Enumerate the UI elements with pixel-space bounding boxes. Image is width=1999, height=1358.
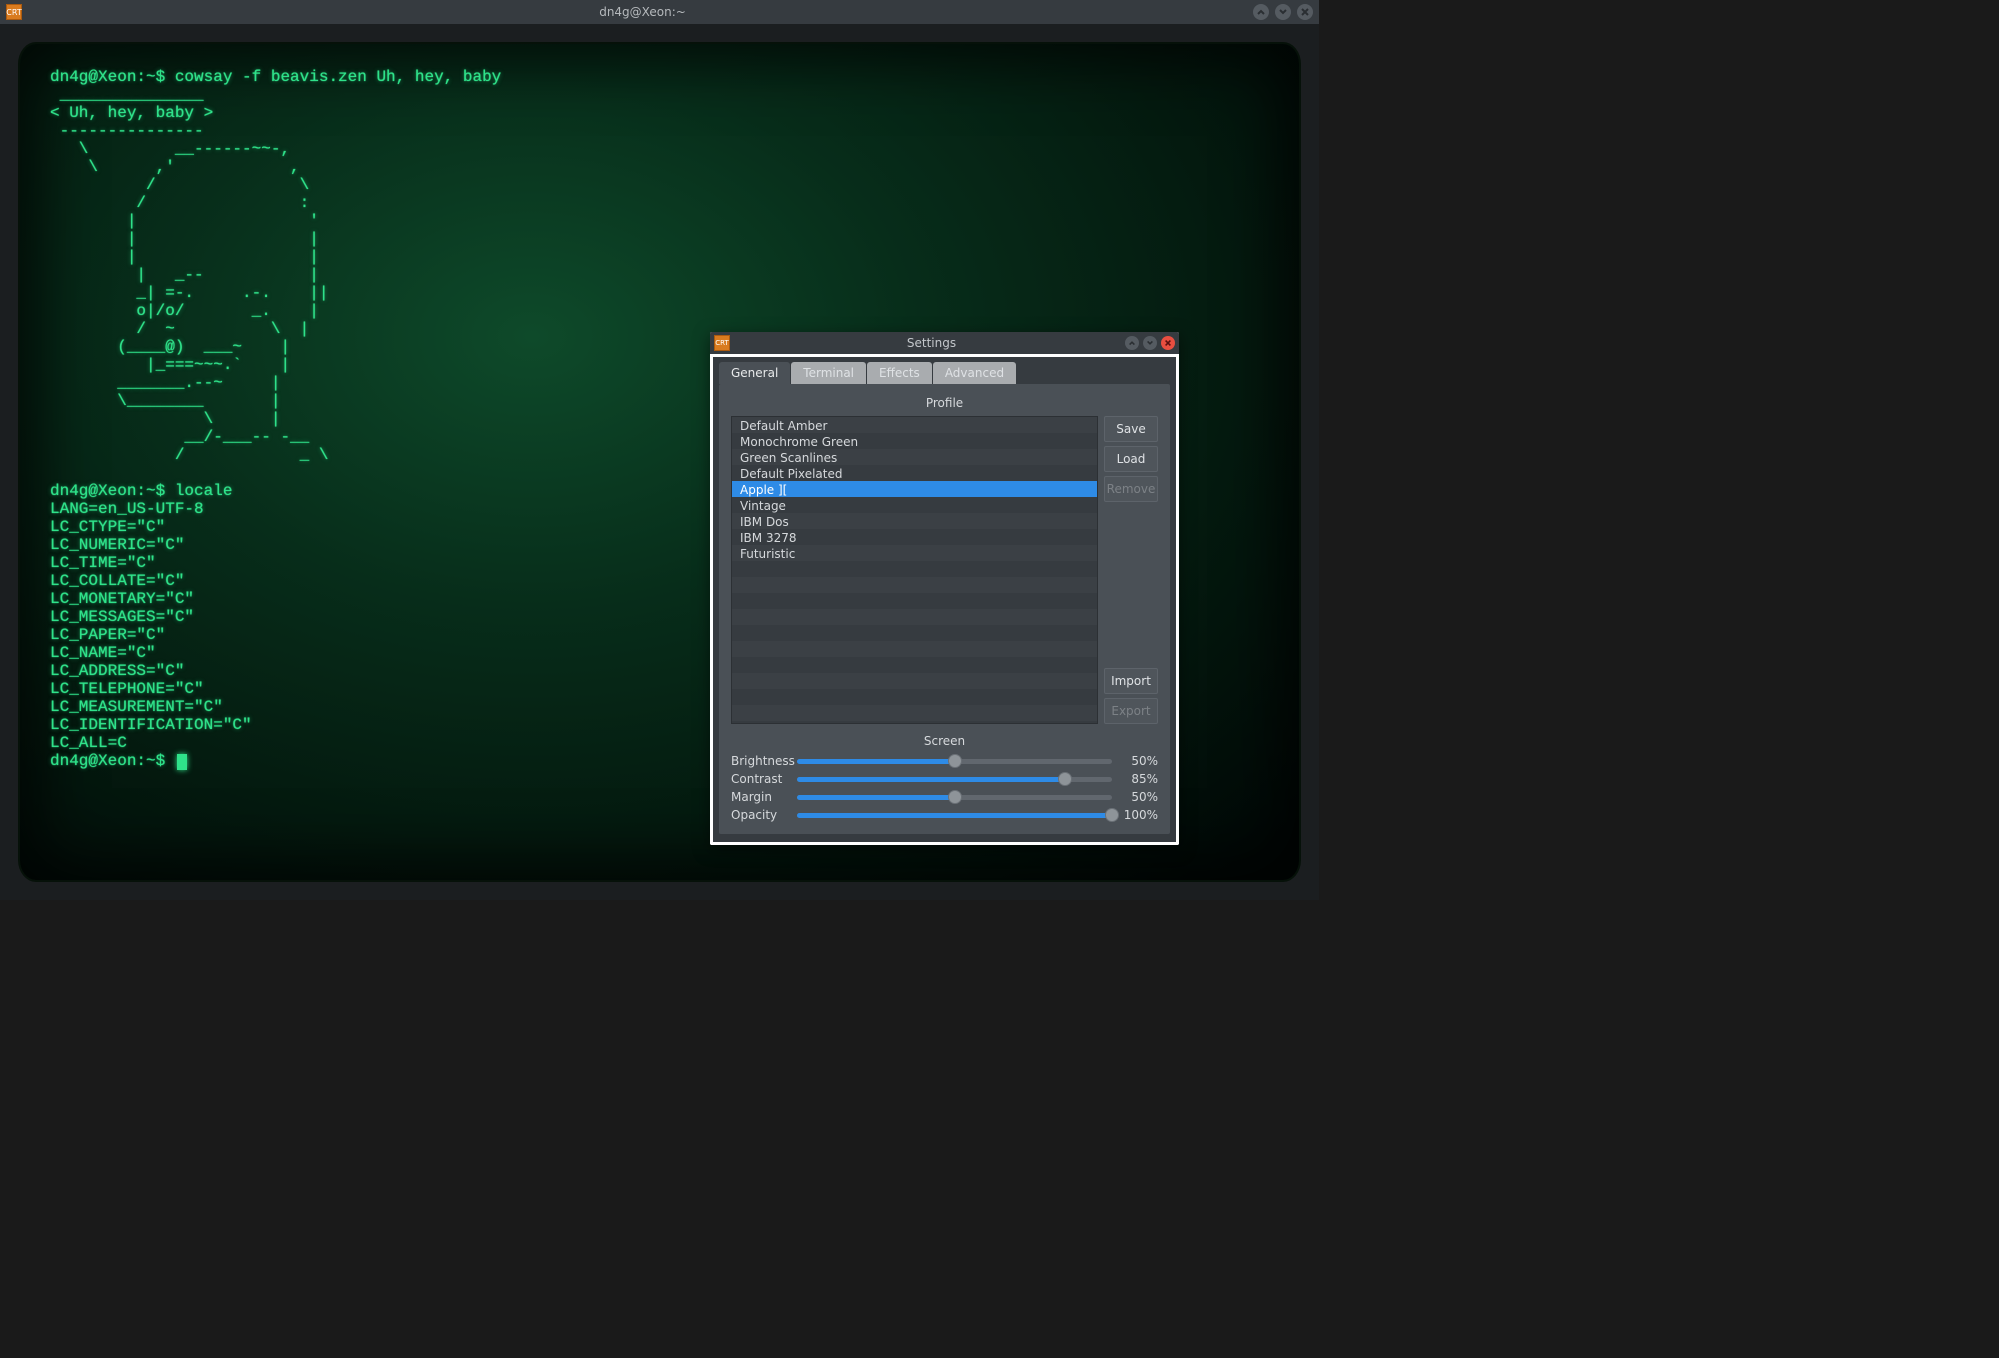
slider-track[interactable] <box>797 790 1112 804</box>
app-icon: CRT <box>714 335 730 351</box>
profile-item[interactable]: IBM 3278 <box>732 529 1097 545</box>
slider-thumb[interactable] <box>948 754 962 768</box>
general-panel: Profile Default AmberMonochrome GreenGre… <box>719 384 1170 834</box>
app-icon: CRT <box>6 4 22 20</box>
profile-item-empty <box>732 657 1097 673</box>
slider-label: Brightness <box>731 754 789 768</box>
tab-advanced[interactable]: Advanced <box>933 362 1016 384</box>
slider-label: Opacity <box>731 808 789 822</box>
settings-window: CRT Settings GeneralTerminalEffectsAdvan… <box>710 332 1179 845</box>
profile-section-title: Profile <box>731 396 1158 410</box>
profile-item-empty <box>732 609 1097 625</box>
import-button[interactable]: Import <box>1104 668 1158 694</box>
slider-track[interactable] <box>797 808 1112 822</box>
close-button[interactable] <box>1161 336 1175 350</box>
profile-item-empty <box>732 593 1097 609</box>
slider-track[interactable] <box>797 772 1112 786</box>
slider-thumb[interactable] <box>948 790 962 804</box>
profile-item-empty <box>732 625 1097 641</box>
profile-item[interactable]: Green Scanlines <box>732 449 1097 465</box>
maximize-button[interactable] <box>1143 336 1157 350</box>
slider-label: Margin <box>731 790 789 804</box>
slider-group: Brightness 50% Contrast 85% Margin 50% Opacity… <box>731 754 1158 822</box>
profile-item-empty <box>732 561 1097 577</box>
profile-item-empty <box>732 641 1097 657</box>
profile-item-empty <box>732 673 1097 689</box>
remove-button[interactable]: Remove <box>1104 476 1158 502</box>
profile-item[interactable]: Apple ][ <box>732 481 1097 497</box>
load-button[interactable]: Load <box>1104 446 1158 472</box>
slider-label: Contrast <box>731 772 789 786</box>
profile-item-empty <box>732 705 1097 721</box>
cursor <box>177 754 187 770</box>
profile-item[interactable]: Vintage <box>732 497 1097 513</box>
settings-titlebar[interactable]: CRT Settings <box>710 332 1179 354</box>
window-title: dn4g@Xeon:~ <box>32 5 1253 19</box>
profile-list[interactable]: Default AmberMonochrome GreenGreen Scanl… <box>731 416 1098 724</box>
profile-item-empty <box>732 689 1097 705</box>
slider-margin: Margin 50% <box>731 790 1158 804</box>
save-button[interactable]: Save <box>1104 416 1158 442</box>
slider-value: 85% <box>1120 772 1158 786</box>
minimize-button[interactable] <box>1125 336 1139 350</box>
settings-title: Settings <box>738 336 1125 350</box>
slider-value: 50% <box>1120 790 1158 804</box>
profile-item[interactable]: Monochrome Green <box>732 433 1097 449</box>
slider-track[interactable] <box>797 754 1112 768</box>
maximize-button[interactable] <box>1275 4 1291 20</box>
tab-bar: GeneralTerminalEffectsAdvanced <box>713 357 1176 384</box>
slider-opacity: Opacity 100% <box>731 808 1158 822</box>
profile-item-empty <box>732 577 1097 593</box>
slider-value: 100% <box>1120 808 1158 822</box>
minimize-button[interactable] <box>1253 4 1269 20</box>
slider-value: 50% <box>1120 754 1158 768</box>
profile-item[interactable]: IBM Dos <box>732 513 1097 529</box>
profile-item[interactable]: Default Pixelated <box>732 465 1097 481</box>
slider-brightness: Brightness 50% <box>731 754 1158 768</box>
tab-terminal[interactable]: Terminal <box>791 362 866 384</box>
export-button[interactable]: Export <box>1104 698 1158 724</box>
main-titlebar[interactable]: CRT dn4g@Xeon:~ <box>0 0 1319 24</box>
slider-contrast: Contrast 85% <box>731 772 1158 786</box>
tab-effects[interactable]: Effects <box>867 362 932 384</box>
close-button[interactable] <box>1297 4 1313 20</box>
slider-thumb[interactable] <box>1105 808 1119 822</box>
profile-item[interactable]: Default Amber <box>732 417 1097 433</box>
slider-thumb[interactable] <box>1058 772 1072 786</box>
profile-item[interactable]: Futuristic <box>732 545 1097 561</box>
screen-section-title: Screen <box>731 734 1158 748</box>
tab-general[interactable]: General <box>719 362 790 384</box>
